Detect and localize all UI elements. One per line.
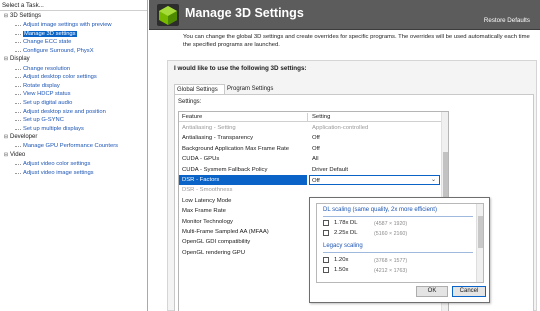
- chevron-down-icon[interactable]: ⌄: [431, 176, 436, 183]
- legacy-scaling-heading: Legacy scaling: [323, 243, 363, 249]
- checkbox[interactable]: [323, 257, 329, 263]
- divider: [323, 252, 473, 253]
- dsr-option-1-50x[interactable]: 1.50x (4212 × 1763): [323, 266, 473, 275]
- checkbox[interactable]: [323, 267, 329, 273]
- task-adjust-desktop-color[interactable]: Adjust desktop color settings: [0, 73, 147, 82]
- tree-category-developer[interactable]: ⊟ Developer: [0, 133, 147, 142]
- ok-button[interactable]: OK: [416, 286, 448, 297]
- task-set-up-multiple-displays[interactable]: Set up multiple displays: [0, 125, 147, 134]
- 3d-settings-icon: [157, 4, 179, 26]
- task-adjust-desktop-size[interactable]: Adjust desktop size and position: [0, 108, 147, 117]
- grid-header: Feature Setting: [179, 112, 442, 122]
- nvidia-control-panel: Select a Task... ⊟ 3D Settings Adjust ima…: [0, 0, 540, 311]
- dsr-factors-dropdown[interactable]: Off ⌄: [309, 175, 440, 186]
- page-description: You can change the global 3D settings an…: [183, 34, 530, 48]
- dsr-option-2-25x-dl[interactable]: 2.25x DL (5160 × 2160): [323, 229, 473, 238]
- task-adjust-video-color[interactable]: Adjust video color settings: [0, 160, 147, 169]
- task-adjust-image-settings[interactable]: Adjust image settings with preview: [0, 21, 147, 30]
- cancel-button[interactable]: Cancel: [452, 286, 486, 297]
- dsr-option-1-20x[interactable]: 1.20x (3768 × 1577): [323, 256, 473, 265]
- dsr-option-1-78x-dl[interactable]: 1.78x DL (4587 × 1920): [323, 219, 473, 228]
- grid-row[interactable]: Background Application Max Frame Rate Off: [179, 144, 442, 154]
- main-pane: Manage 3D Settings Restore Defaults You …: [149, 0, 540, 311]
- task-pane-title: Select a Task...: [0, 0, 147, 11]
- checkbox[interactable]: [323, 220, 329, 226]
- checkbox[interactable]: [323, 230, 329, 236]
- collapse-icon[interactable]: ⊟: [2, 12, 10, 21]
- popup-scrollbar[interactable]: [476, 204, 483, 282]
- column-header-feature: Feature: [182, 114, 203, 120]
- popup-scrollbar-thumb[interactable]: [478, 216, 483, 248]
- collapse-icon[interactable]: ⊟: [2, 55, 10, 64]
- task-adjust-video-image[interactable]: Adjust video image settings: [0, 169, 147, 178]
- restore-defaults-link[interactable]: Restore Defaults: [484, 17, 530, 24]
- task-set-up-gsync[interactable]: Set up G-SYNC: [0, 116, 147, 125]
- grid-row[interactable]: Antialiasing - Transparency Off: [179, 133, 442, 143]
- task-change-ecc-state[interactable]: Change ECC state: [0, 38, 147, 47]
- collapse-icon[interactable]: ⊟: [2, 133, 10, 142]
- settings-heading: I would like to use the following 3D set…: [174, 65, 307, 72]
- dsr-factors-list: DL scaling (same quality, 2x more effici…: [316, 203, 484, 283]
- task-pane: Select a Task... ⊟ 3D Settings Adjust ima…: [0, 0, 148, 311]
- grid-row[interactable]: Antialiasing - Setting Application-contro…: [179, 123, 442, 133]
- divider: [323, 216, 473, 217]
- dsr-factors-popup: DL scaling (same quality, 2x more effici…: [309, 197, 490, 303]
- tree-category-video[interactable]: ⊟ Video: [0, 151, 147, 160]
- task-manage-gpu-performance-counters[interactable]: Manage GPU Performance Counters: [0, 142, 147, 151]
- page-banner: Manage 3D Settings Restore Defaults: [149, 0, 540, 30]
- task-set-up-digital-audio[interactable]: Set up digital audio: [0, 99, 147, 108]
- grid-row[interactable]: CUDA - GPUs All: [179, 154, 442, 164]
- grid-row[interactable]: DSR - Smoothness: [179, 185, 442, 195]
- task-tree: ⊟ 3D Settings Adjust image settings with …: [0, 11, 147, 177]
- tree-category-3d-settings[interactable]: ⊟ 3D Settings: [0, 12, 147, 21]
- page-title: Manage 3D Settings: [185, 6, 304, 20]
- task-view-hdcp-status[interactable]: View HDCP status: [0, 90, 147, 99]
- grid-row-selected[interactable]: DSR - Factors Off ⌄: [179, 175, 442, 186]
- tree-category-display[interactable]: ⊟ Display: [0, 55, 147, 64]
- task-rotate-display[interactable]: Rotate display: [0, 82, 147, 91]
- dsr-factors-label: DSR - Factors: [179, 175, 307, 186]
- column-header-setting: Setting: [312, 114, 331, 120]
- settings-label: Settings:: [178, 99, 202, 105]
- task-change-resolution[interactable]: Change resolution: [0, 65, 147, 74]
- collapse-icon[interactable]: ⊟: [2, 151, 10, 160]
- task-configure-surround-physx[interactable]: Configure Surround, PhysX: [0, 47, 147, 56]
- column-divider[interactable]: [307, 113, 308, 121]
- dl-scaling-heading: DL scaling (same quality, 2x more effici…: [323, 207, 437, 213]
- grid-row[interactable]: CUDA - Sysmem Fallback Policy Driver Defa…: [179, 165, 442, 175]
- task-manage-3d-settings[interactable]: Manage 3D settings: [0, 30, 147, 39]
